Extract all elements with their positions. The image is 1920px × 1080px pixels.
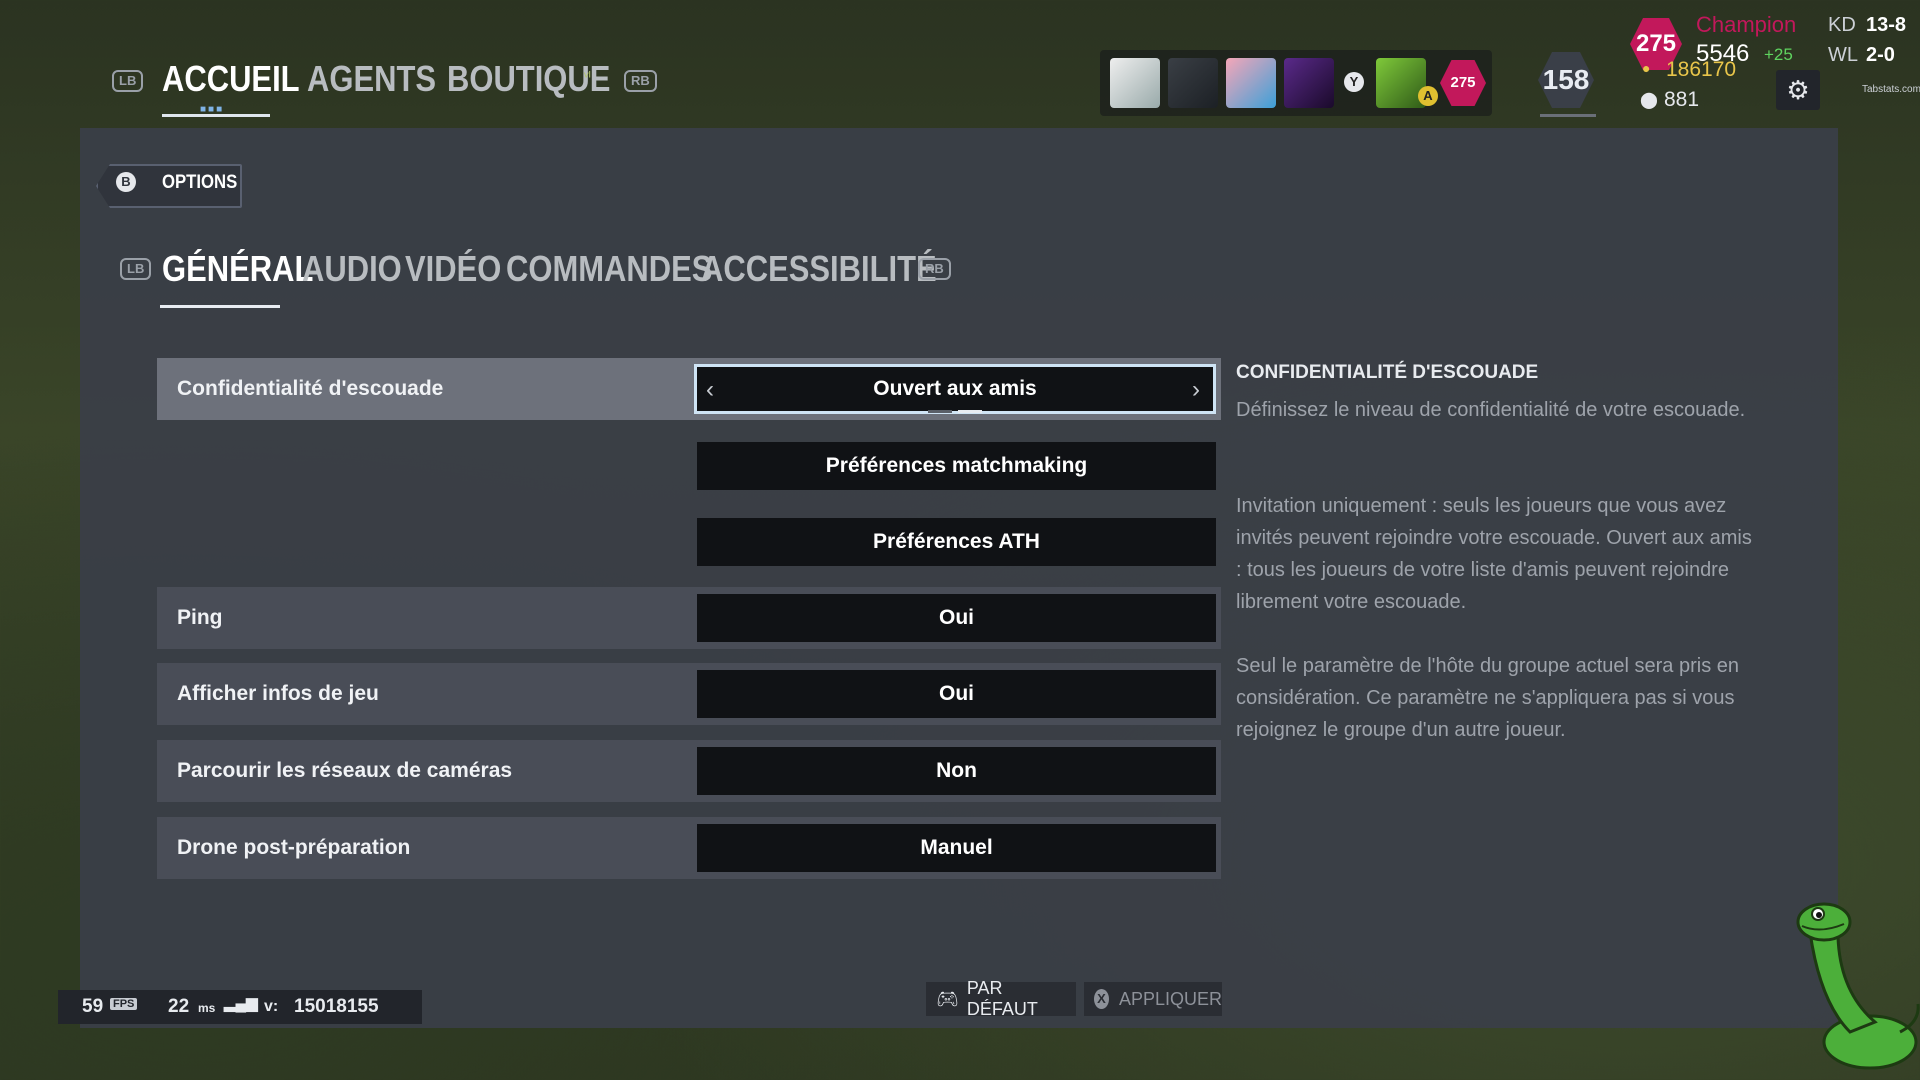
credits-value: 881 (1664, 88, 1700, 111)
tab-general[interactable]: GÉNÉRAL (162, 248, 313, 290)
option-indicator (928, 410, 952, 413)
lb-bumper-icon: LB (112, 70, 144, 92)
signal-icon: ▂▄▆ (224, 995, 258, 1012)
squad-member-rank-icon: 275 (1440, 60, 1486, 106)
description-title: CONFIDENTIALITÉ D'ESCOUADE (1236, 362, 1539, 383)
active-tab-underline (162, 114, 270, 117)
tab-agents[interactable]: AGENTS (307, 58, 436, 100)
description-text: Seul le paramètre de l'hôte du groupe ac… (1236, 655, 1740, 741)
fps-unit: FPS (110, 998, 138, 1010)
active-tab-underline (160, 305, 280, 308)
setting-label: Drone post-préparation (177, 836, 411, 859)
setting-value: Ouvert aux amis (873, 377, 1037, 400)
setting-value: Non (936, 759, 977, 782)
tab-commandes[interactable]: COMMANDES (506, 248, 712, 290)
matchmaking-preferences-button[interactable]: Préférences matchmaking (697, 442, 1216, 490)
chevron-left-icon[interactable]: ‹ (706, 376, 714, 404)
mmr-change: +25 (1764, 45, 1793, 64)
squad-avatar[interactable] (1110, 58, 1160, 108)
ping-value: 22 (168, 996, 190, 1017)
a-button-icon: A (1418, 86, 1438, 106)
settings-gear-icon[interactable]: ⚙ (1776, 70, 1820, 110)
performance-overlay: 59 FPS 22 ms ▂▄▆ v: 15018155 (58, 990, 422, 1024)
ping-unit: ms (198, 1001, 216, 1015)
squad-avatar[interactable] (1284, 58, 1334, 108)
credits-icon: ⬤ (1640, 92, 1658, 109)
setting-label: Afficher infos de jeu (177, 682, 379, 705)
setting-value: Oui (939, 606, 974, 629)
squad-avatar[interactable] (1226, 58, 1276, 108)
squad-privacy-selector[interactable]: Ouvert aux amis (694, 364, 1216, 414)
rb-bumper-icon: RB (624, 70, 657, 92)
new-items-icon: ᵛᴵ (584, 68, 591, 84)
chevron-right-icon[interactable]: › (1192, 376, 1200, 404)
description-text: Invitation uniquement : seuls les joueur… (1236, 495, 1752, 613)
game-info-selector[interactable]: Oui (697, 670, 1216, 718)
option-indicator-active (958, 410, 982, 413)
kd-value: 13-8 (1866, 14, 1907, 36)
version-label: v: (264, 998, 279, 1015)
options-title: OPTIONS (162, 172, 238, 193)
reset-default-button[interactable]: 🎮︎ PAR DÉFAUT (926, 978, 1076, 1019)
camera-networks-selector[interactable]: Non (697, 747, 1216, 795)
button-label: Préférences matchmaking (825, 454, 1088, 477)
apply-button[interactable]: X APPLIQUER (1084, 982, 1222, 1016)
dinosaur-mascot-icon (1796, 902, 1920, 1070)
version-value: 15018155 (294, 996, 379, 1017)
b-button-icon: B (116, 172, 136, 192)
setting-value: Manuel (920, 836, 993, 859)
description-text: Définissez le niveau de confidentialité … (1236, 399, 1746, 421)
rank-name: Champion (1696, 12, 1797, 37)
button-label: Préférences ATH (873, 530, 1040, 553)
y-button-icon: Y (1344, 72, 1364, 92)
tabstats-watermark: Tabstats.com (1862, 84, 1920, 95)
level-progress-bar (1540, 114, 1596, 117)
squad-avatar[interactable] (1168, 58, 1218, 108)
tab-accueil[interactable]: ACCUEIL (162, 58, 300, 100)
kd-label: KD (1828, 14, 1856, 36)
rb-bumper-icon: RB (918, 258, 951, 280)
lb-bumper-icon: LB (120, 258, 152, 280)
player-level-badge[interactable]: 158 (1538, 52, 1594, 108)
hud-preferences-button[interactable]: Préférences ATH (697, 518, 1216, 566)
fps-value: 59 (82, 996, 104, 1017)
drone-selector[interactable]: Manuel (697, 824, 1216, 872)
renown-value: 186170 (1666, 58, 1737, 81)
button-label: PAR DÉFAUT (966, 978, 1038, 1019)
setting-label: Confidentialité d'escouade (177, 377, 444, 400)
x-button-icon: X (1094, 989, 1109, 1009)
tab-audio[interactable]: AUDIO (302, 248, 402, 290)
wl-label: WL (1828, 44, 1858, 66)
setting-value: Oui (939, 682, 974, 705)
tab-video[interactable]: VIDÉO (405, 248, 501, 290)
setting-label: Ping (177, 606, 223, 629)
button-label: APPLIQUER (1118, 988, 1222, 1009)
renown-icon: ● (1642, 60, 1651, 76)
squad-bar: Y A 275 (1100, 50, 1492, 116)
setting-label: Parcourir les réseaux de caméras (177, 759, 513, 782)
ping-selector[interactable]: Oui (697, 594, 1216, 642)
tab-accessibilite[interactable]: ACCESSIBILITÉ (701, 248, 937, 290)
top-bar: LB ACCUEIL ■■■ AGENTS BOUTIQUE ᵛᴵ RB Y A… (0, 0, 1920, 122)
controller-icon: 🎮︎ (936, 988, 959, 1009)
wl-value: 2-0 (1866, 44, 1895, 66)
